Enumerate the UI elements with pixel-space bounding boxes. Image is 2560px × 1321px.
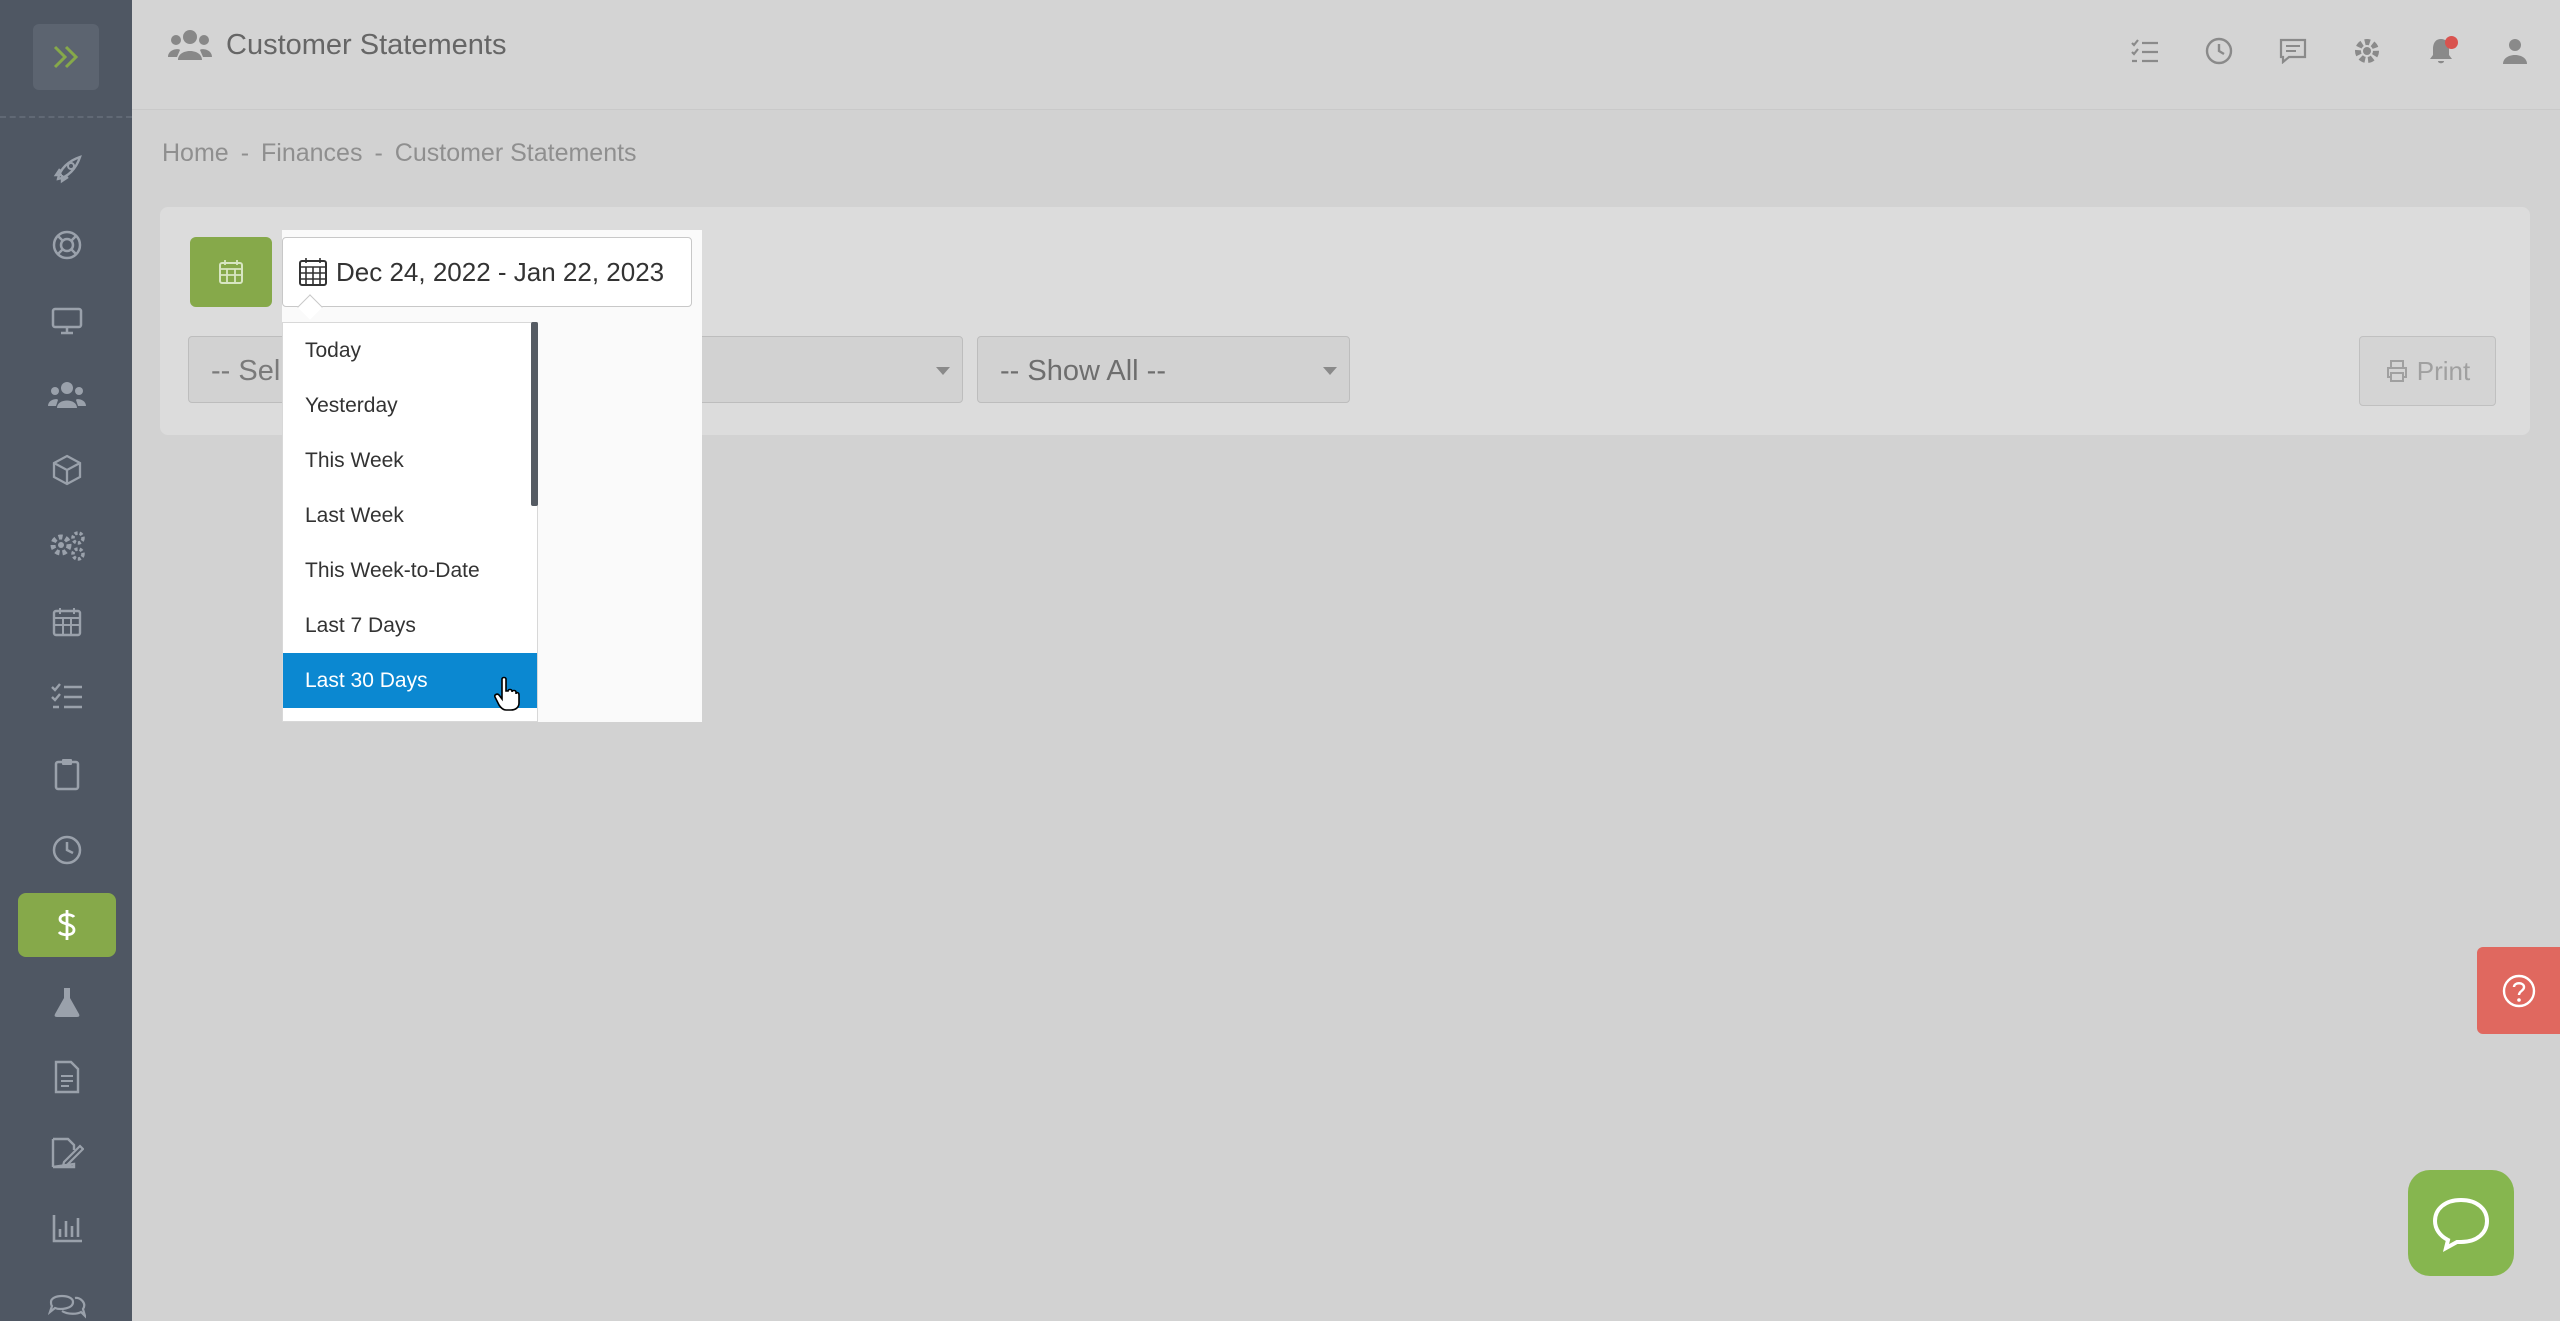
breadcrumb-current: Customer Statements [394,139,637,167]
print-button[interactable]: Print [2359,336,2496,406]
sidebar-item-reports[interactable] [18,1196,116,1260]
range-option-yesterday[interactable]: Yesterday [283,378,537,433]
user-icon [2503,39,2527,64]
settings-icon [2355,39,2379,63]
lifebuoy-icon [52,230,82,260]
show-filter-select[interactable]: -- Show All -- [977,336,1350,403]
history-icon [2205,37,2233,65]
clock-icon [52,835,82,865]
dollar-icon [57,910,76,940]
calendar-icon [219,260,243,284]
tasks-icon [2131,39,2158,63]
chat-bubble-icon [2432,1197,2490,1252]
sidebar-item-chat[interactable] [18,1272,116,1321]
signature-icon [51,1137,84,1169]
sidebar-item-rocket[interactable] [18,138,116,202]
printer-icon [2386,360,2407,382]
breadcrumb: Home - Finances - Customer Statements [162,139,637,168]
breadcrumb-separator: - [374,139,383,167]
calendar-button[interactable] [190,237,272,307]
users-icon [48,382,86,408]
user-menu-button[interactable] [2500,36,2530,66]
customer-select-value: -- Sel [211,355,281,387]
sidebar-item-devices[interactable] [18,288,116,352]
cogs-icon [50,531,85,561]
sidebar-item-tasks[interactable] [18,665,116,729]
help-button[interactable] [2477,947,2560,1034]
sidebar-item-inventory[interactable] [18,438,116,502]
range-option-last-7-days[interactable]: Last 7 Days [283,598,537,653]
notification-badge [2445,36,2458,49]
date-range-input[interactable]: Dec 24, 2022 - Jan 22, 2023 [282,237,692,320]
chevron-down-icon [1323,367,1337,375]
sidebar [0,0,132,1321]
sidebar-item-lab[interactable] [18,970,116,1034]
sidebar-toggle-button[interactable] [33,24,99,90]
sidebar-item-finances[interactable] [18,893,116,957]
sidebar-item-calendar[interactable] [18,590,116,654]
sidebar-item-support[interactable] [18,213,116,277]
range-option-this-week[interactable]: This Week [283,433,537,488]
calendar-icon [299,258,327,286]
page-header: Customer Statements [168,28,506,62]
date-range-options: Today Yesterday This Week Last Week This… [282,322,538,722]
box-icon [52,454,82,486]
users-icon [168,30,212,60]
sidebar-item-contracts[interactable] [18,1121,116,1185]
settings-button[interactable] [2352,36,2382,66]
print-label: Print [2416,355,2471,386]
double-chevron-right-icon [53,45,79,69]
document-icon [54,1060,80,1094]
breadcrumb-separator: - [240,139,250,167]
chart-icon [52,1215,82,1243]
question-circle-icon [2502,974,2535,1007]
range-option-today[interactable]: Today [283,323,537,378]
sidebar-item-documents[interactable] [18,1045,116,1109]
monitor-icon [51,307,83,335]
page-title: Customer Statements [226,28,507,61]
sidebar-item-customers[interactable] [18,363,116,427]
chat-icon [48,1294,86,1319]
breadcrumb-home[interactable]: Home [162,139,229,168]
range-list-scrollbar[interactable] [531,322,538,506]
date-range-value: Dec 24, 2022 - Jan 22, 2023 [336,256,665,287]
tasks-button[interactable] [2130,36,2160,66]
messages-button[interactable] [2278,36,2308,66]
sidebar-item-time[interactable] [18,818,116,882]
live-chat-button[interactable] [2408,1170,2514,1276]
show-filter-value: -- Show All -- [1000,355,1166,387]
breadcrumb-finances[interactable]: Finances [261,139,362,168]
flask-icon [54,988,80,1017]
sidebar-item-settings[interactable] [18,513,116,577]
chevron-down-icon [936,367,950,375]
sidebar-item-clipboard[interactable] [18,742,116,806]
history-button[interactable] [2204,36,2234,66]
rocket-icon [53,155,82,184]
checklist-icon [51,683,82,709]
messages-icon [2279,38,2307,64]
notifications-button[interactable] [2426,36,2458,66]
calendar-icon [52,608,82,637]
range-option-this-week-to-date[interactable]: This Week-to-Date [283,543,537,598]
topbar-actions [2130,36,2530,66]
hand-cursor-icon [494,676,520,711]
clipboard-icon [54,759,80,791]
sidebar-divider [0,116,132,118]
topbar: Customer Statements [132,0,2560,110]
range-option-last-week[interactable]: Last Week [283,488,537,543]
